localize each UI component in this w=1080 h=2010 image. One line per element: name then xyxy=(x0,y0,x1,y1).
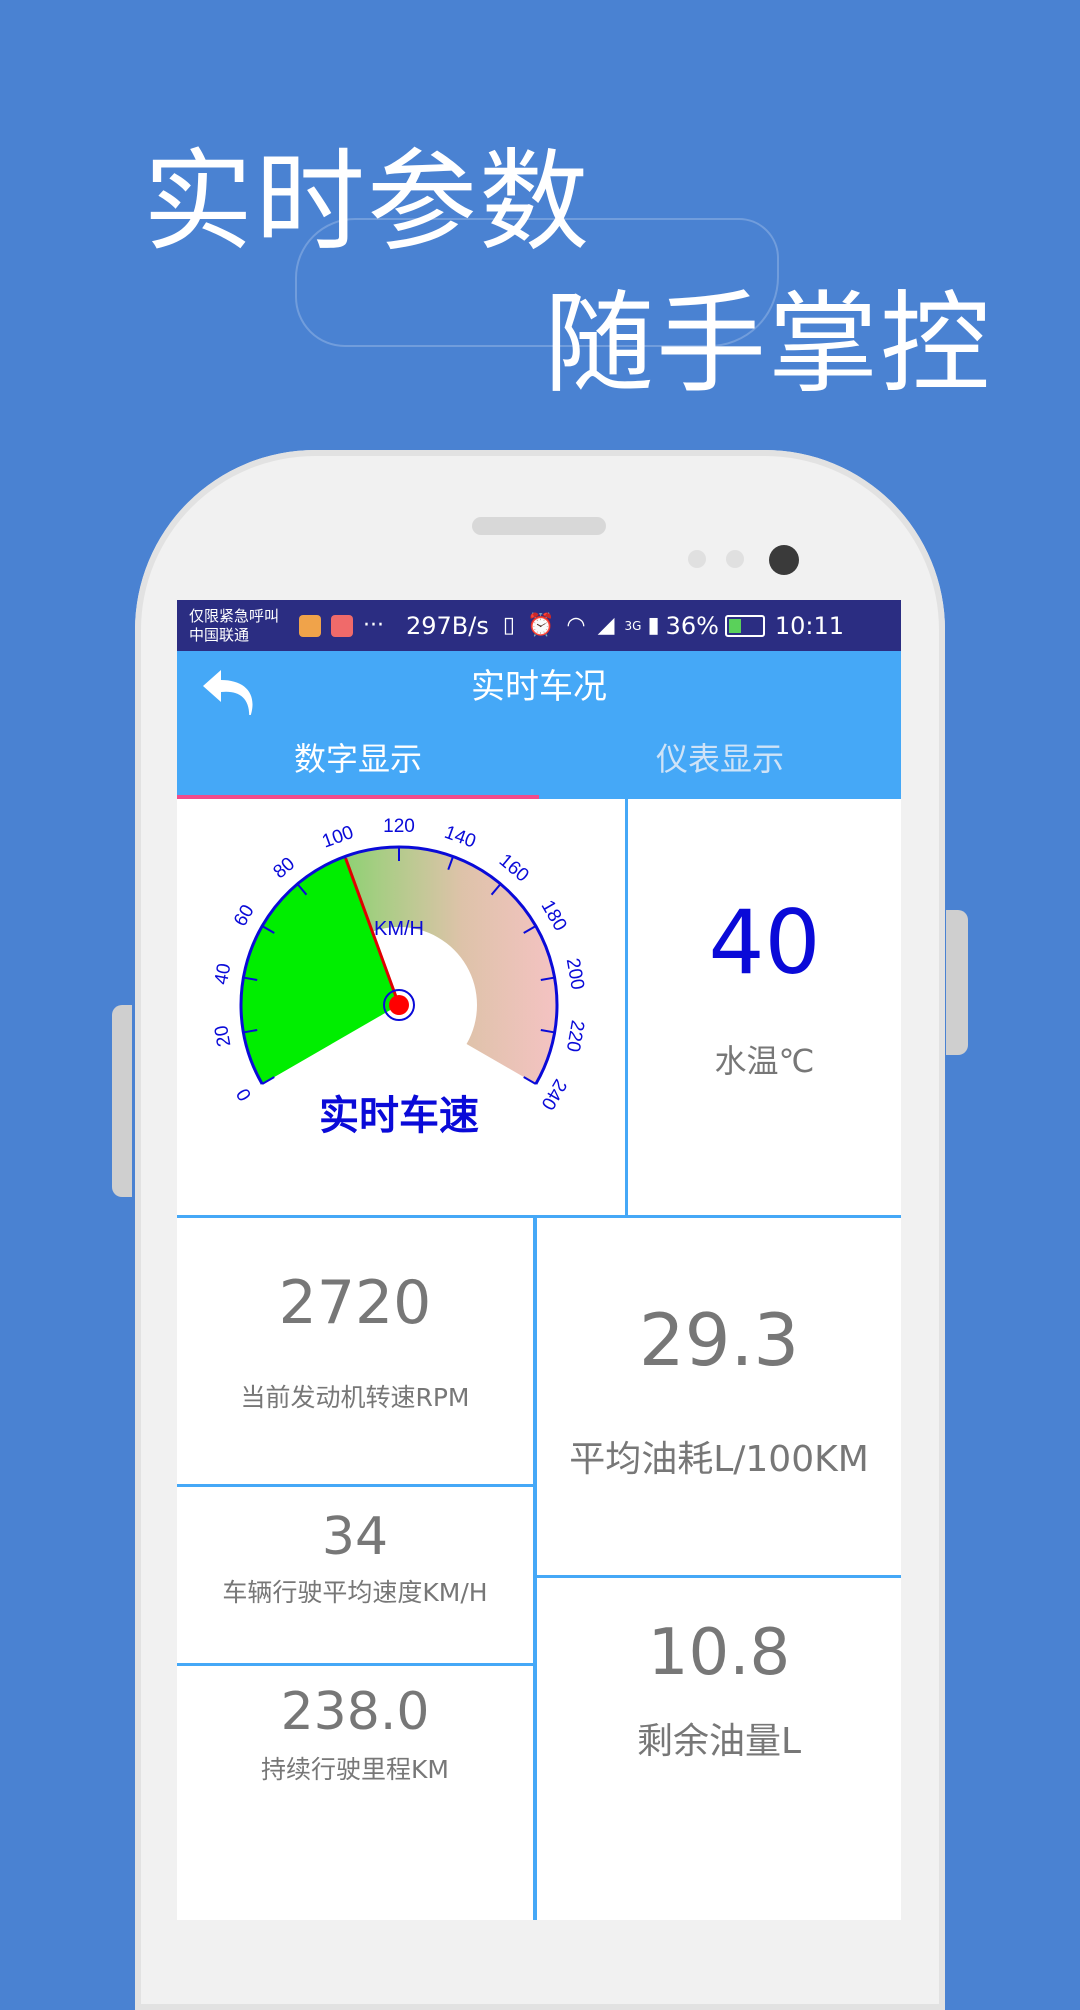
gauge-tick-label: 40 xyxy=(211,962,235,986)
network-type: 3G xyxy=(624,618,642,633)
gauge-tick-label: 100 xyxy=(319,822,356,853)
notification-app-icon xyxy=(299,614,321,637)
gauge-tick-label: 140 xyxy=(442,822,479,853)
clock: 10:11 xyxy=(774,611,845,640)
gauge-tick-label: 0 xyxy=(233,1084,256,1104)
front-camera xyxy=(769,545,799,575)
gauge-tick-label: 160 xyxy=(495,850,533,886)
promo-line-2: 随手掌控 xyxy=(544,280,992,408)
phone-speaker xyxy=(472,517,606,535)
wifi-icon: ◠ xyxy=(566,613,586,638)
mileage-cell: 238.0 持续行驶里程KM xyxy=(177,1666,533,1920)
gauge-tick-label: 240 xyxy=(537,1075,571,1113)
mail-icon xyxy=(331,614,353,637)
page-title: 实时车况 xyxy=(471,666,607,707)
water-temp-cell: 40 水温℃ xyxy=(628,799,901,1215)
water-temp-value: 40 xyxy=(708,891,821,994)
rpm-cell: 2720 当前发动机转速RPM xyxy=(177,1218,533,1484)
avg-speed-value: 34 xyxy=(321,1507,389,1567)
gauge-label: 实时车速 xyxy=(319,1094,479,1138)
gauge-tick-label: 120 xyxy=(383,816,415,837)
more-notifications-icon: ··· xyxy=(363,613,384,638)
proximity-sensor xyxy=(688,550,706,568)
data-grid: 0 20 40 60 80 100 120 140 160 180 200 220 240 KM/H 实… xyxy=(177,799,901,1920)
gauge-tick-label: 60 xyxy=(230,901,259,930)
power-button xyxy=(946,910,968,1055)
carrier-line-1: 仅限紧急呼叫 xyxy=(189,606,280,625)
status-bar: 仅限紧急呼叫 中国联通 ··· 297B/s ▯ ⏰ ◠ ◢ 3G ▮ 36% … xyxy=(177,600,901,651)
volume-button xyxy=(112,1005,132,1197)
rpm-label: 当前发动机转速RPM xyxy=(240,1383,470,1412)
avg-fuel-value: 29.3 xyxy=(638,1298,800,1382)
phone-screen: 仅限紧急呼叫 中国联通 ··· 297B/s ▯ ⏰ ◠ ◢ 3G ▮ 36% … xyxy=(177,600,901,1920)
avg-speed-label: 车辆行驶平均速度KM/H xyxy=(222,1578,488,1607)
grid-divider xyxy=(177,1484,533,1487)
tab-gauge[interactable]: 仪表显示 xyxy=(539,715,901,799)
light-sensor xyxy=(726,550,744,568)
tab-digital[interactable]: 数字显示 xyxy=(177,715,539,799)
fuel-left-label: 剩余油量L xyxy=(636,1721,802,1762)
speedometer: 0 20 40 60 80 100 120 140 160180 200 220 240 KM/H 实… xyxy=(211,816,588,1138)
speed-cell: 0 20 40 60 80 100 120 140 160 180 200 220 240 KM/H 实… xyxy=(177,799,625,1215)
alarm-icon: ⏰ xyxy=(526,613,555,638)
fuel-left-value: 10.8 xyxy=(647,1616,791,1690)
network-speed: 297B/s xyxy=(405,611,489,640)
grid-divider xyxy=(533,1218,537,1920)
battery-icon xyxy=(724,614,765,637)
gauge-tick-label: 220 xyxy=(562,1019,588,1054)
fuel-left-cell: 10.8 剩余油量L xyxy=(537,1578,901,1920)
signal-icon: ▮ xyxy=(647,613,660,638)
mileage-label: 持续行驶里程KM xyxy=(261,1755,449,1784)
gauge-unit: KM/H xyxy=(374,918,424,940)
gauge-tick-label: 20 xyxy=(211,1024,235,1048)
battery-percent: 36% xyxy=(665,611,719,640)
grid-divider xyxy=(537,1575,901,1578)
grid-divider xyxy=(177,1215,901,1218)
avg-speed-cell: 34 车辆行驶平均速度KM/H xyxy=(177,1487,533,1663)
signal-empty-icon: ◢ xyxy=(597,613,615,638)
app-bar: 实时车况 xyxy=(177,651,901,720)
needle-hub xyxy=(389,995,409,1015)
gauge-tick-label: 200 xyxy=(562,957,588,992)
carrier-info: 仅限紧急呼叫 中国联通 xyxy=(189,607,299,645)
grid-divider xyxy=(177,1663,533,1666)
water-temp-label: 水温℃ xyxy=(714,1042,815,1080)
vibrate-icon: ▯ xyxy=(502,613,515,638)
tab-bar: 数字显示 仪表显示 xyxy=(177,715,901,799)
gauge-tick-label: 180 xyxy=(537,897,571,935)
mileage-value: 238.0 xyxy=(280,1682,430,1742)
avg-fuel-cell: 29.3 平均油耗L/100KM xyxy=(537,1218,901,1575)
carrier-line-2: 中国联通 xyxy=(189,625,250,644)
avg-fuel-label: 平均油耗L/100KM xyxy=(569,1439,869,1480)
gauge-tick-label: 80 xyxy=(269,853,299,883)
grid-divider xyxy=(625,799,628,1215)
rpm-value: 2720 xyxy=(278,1268,432,1338)
